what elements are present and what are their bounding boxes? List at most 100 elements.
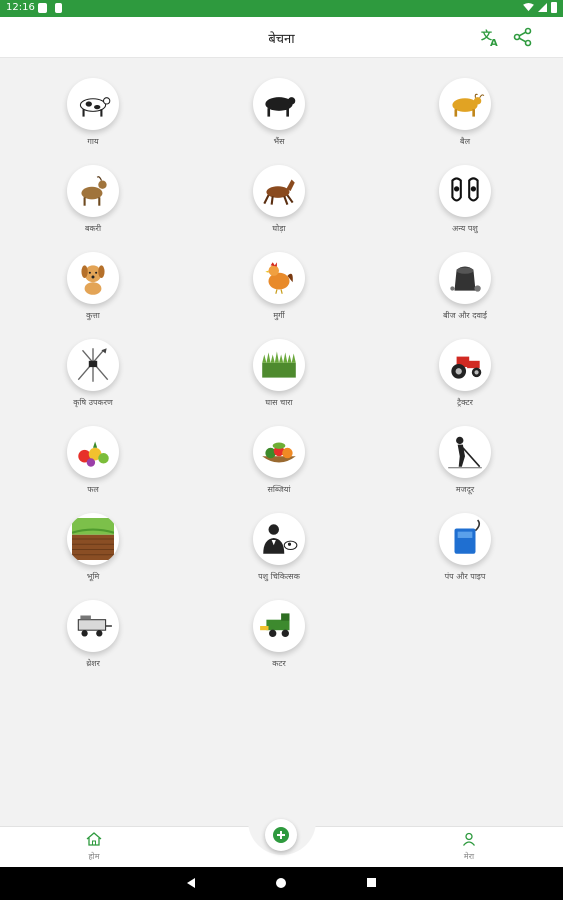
notification-icon [38, 3, 47, 13]
bull-icon [452, 93, 485, 117]
labour-icon [448, 436, 482, 469]
category-label: थ्रेशर [86, 659, 100, 668]
buffalo-icon [265, 97, 296, 117]
category-icon-circle [67, 426, 119, 478]
category-tractor[interactable]: ट्रैक्टर [400, 339, 530, 419]
share-button[interactable] [512, 26, 534, 48]
cutter-icon [260, 613, 290, 638]
category-label: बैल [460, 137, 470, 146]
recents-icon[interactable] [366, 877, 377, 888]
category-label: बकरी [84, 224, 102, 233]
category-label: मजदूर [455, 485, 475, 494]
goat-icon [81, 176, 107, 206]
category-label: घोड़ा [272, 224, 286, 233]
hen-icon [265, 262, 293, 294]
horse-icon [263, 179, 295, 206]
status-bar: 12:16 [0, 0, 563, 17]
category-vegetables[interactable]: सब्जियां [214, 426, 344, 506]
category-icon-circle [67, 165, 119, 217]
category-label: पशु चिकित्सक [258, 572, 300, 581]
category-label: भैंस [273, 137, 285, 146]
category-label: भूमि [86, 572, 100, 581]
signal-icon [538, 3, 547, 12]
nav-home[interactable]: होम [64, 831, 124, 862]
category-veterinarian[interactable]: पशु चिकित्सक [214, 513, 344, 593]
dog-icon [81, 265, 105, 295]
category-icon-circle [439, 78, 491, 130]
category-icon-circle [253, 165, 305, 217]
add-post-button[interactable] [265, 819, 297, 851]
category-icon-circle [253, 78, 305, 130]
cow-icon [79, 97, 111, 117]
category-label: अन्य पशु [452, 224, 478, 233]
category-icon-circle [67, 339, 119, 391]
bottom-nav: होम मेरा [0, 815, 563, 867]
category-icon-circle [439, 513, 491, 565]
category-icon-circle [439, 252, 491, 304]
category-horse[interactable]: घोड़ा [214, 165, 344, 245]
category-label: मुर्गी [273, 311, 285, 320]
category-label: पंप और पाइप [444, 572, 486, 581]
category-label: सब्जियां [267, 485, 291, 494]
fodder-icon [262, 351, 296, 378]
category-icon-circle [67, 78, 119, 130]
category-cutter[interactable]: कटर [214, 600, 344, 680]
category-bull[interactable]: बैल [400, 78, 530, 158]
category-icon-circle [253, 252, 305, 304]
category-label: कृषि उपकरण [73, 398, 113, 407]
plus-icon [273, 827, 289, 843]
translate-icon: 文 A [481, 28, 498, 47]
category-icon-circle [253, 600, 305, 652]
category-labour[interactable]: मजदूर [400, 426, 530, 506]
category-thresher[interactable]: थ्रेशर [28, 600, 158, 680]
land-icon [72, 518, 114, 560]
category-other-animals[interactable]: अन्य पशु [400, 165, 530, 245]
category-goat[interactable]: बकरी [28, 165, 158, 245]
pump-icon [454, 519, 481, 554]
category-buffalo[interactable]: भैंस [214, 78, 344, 158]
category-fruits[interactable]: फल [28, 426, 158, 506]
category-icon-circle [439, 426, 491, 478]
category-icon-circle [253, 513, 305, 565]
category-farm-tools[interactable]: कृषि उपकरण [28, 339, 158, 419]
category-label: ट्रैक्टर [457, 398, 473, 407]
home-circle-icon[interactable] [275, 877, 287, 889]
category-icon-circle [67, 513, 119, 565]
category-seeds[interactable]: बीज और दवाई [400, 252, 530, 332]
vegetables-icon [262, 442, 296, 463]
category-icon-circle [253, 426, 305, 478]
category-land[interactable]: भूमि [28, 513, 158, 593]
svg-text:A: A [490, 38, 498, 47]
other-animals-icon [451, 177, 479, 202]
category-label: फल [87, 485, 99, 494]
category-hen[interactable]: मुर्गी [214, 252, 344, 332]
back-icon[interactable] [185, 877, 197, 889]
home-icon [86, 832, 102, 846]
category-icon-circle [439, 165, 491, 217]
category-icon-circle [253, 339, 305, 391]
category-label: गाय [87, 137, 99, 146]
nav-home-label: होम [88, 852, 100, 861]
category-dog[interactable]: कुत्ता [28, 252, 158, 332]
nav-profile[interactable]: मेरा [439, 831, 499, 862]
wifi-icon [523, 3, 534, 12]
category-label: कुत्ता [86, 311, 100, 320]
share-icon [513, 27, 532, 47]
category-icon-circle [67, 252, 119, 304]
category-icon-circle [439, 339, 491, 391]
battery-icon [551, 2, 557, 13]
category-cow[interactable]: गाय [28, 78, 158, 158]
category-label: बीज और दवाई [443, 311, 487, 320]
category-icon-circle [67, 600, 119, 652]
tractor-icon [451, 356, 482, 379]
category-pump[interactable]: पंप और पाइप [400, 513, 530, 593]
category-label: कटर [272, 659, 286, 668]
app-bar: बेचना 文 A [0, 17, 563, 58]
veterinarian-icon [263, 524, 298, 554]
thresher-icon [77, 615, 112, 637]
person-icon [462, 832, 476, 846]
fruits-icon [78, 441, 109, 467]
farm-tools-icon [77, 348, 109, 382]
translate-button[interactable]: 文 A [479, 26, 501, 48]
category-fodder[interactable]: घास चारा [214, 339, 344, 419]
